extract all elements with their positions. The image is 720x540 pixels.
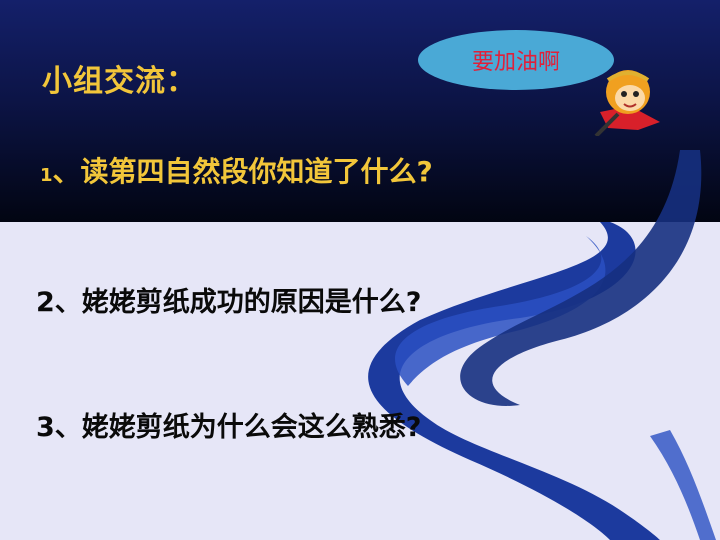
encouragement-badge: 要加油啊: [418, 30, 614, 90]
question-3: 3、姥姥剪纸为什么会这么熟悉?: [36, 405, 421, 444]
question-3-number: 3: [36, 412, 55, 443]
encouragement-text: 要加油啊: [471, 50, 560, 75]
question-3-text: 、姥姥剪纸为什么会这么熟悉?: [54, 412, 422, 443]
question-1-text: 、读第四自然段你知道了什么?: [52, 155, 433, 188]
question-2: 2、姥姥剪纸成功的原因是什么?: [36, 280, 421, 319]
slide-title: 小组交流：: [42, 64, 197, 99]
question-1: 1、读第四自然段你知道了什么?: [40, 150, 433, 190]
question-2-text: 、姥姥剪纸成功的原因是什么?: [54, 287, 422, 318]
question-1-number: 1: [40, 165, 53, 186]
question-2-number: 2: [36, 287, 55, 318]
monkey-king-mascot-icon: [594, 70, 660, 136]
slide: 小组交流： 要加油啊 1、读第四自然段你知道了什么? 2、姥姥剪纸成功的原因是什…: [0, 0, 720, 540]
